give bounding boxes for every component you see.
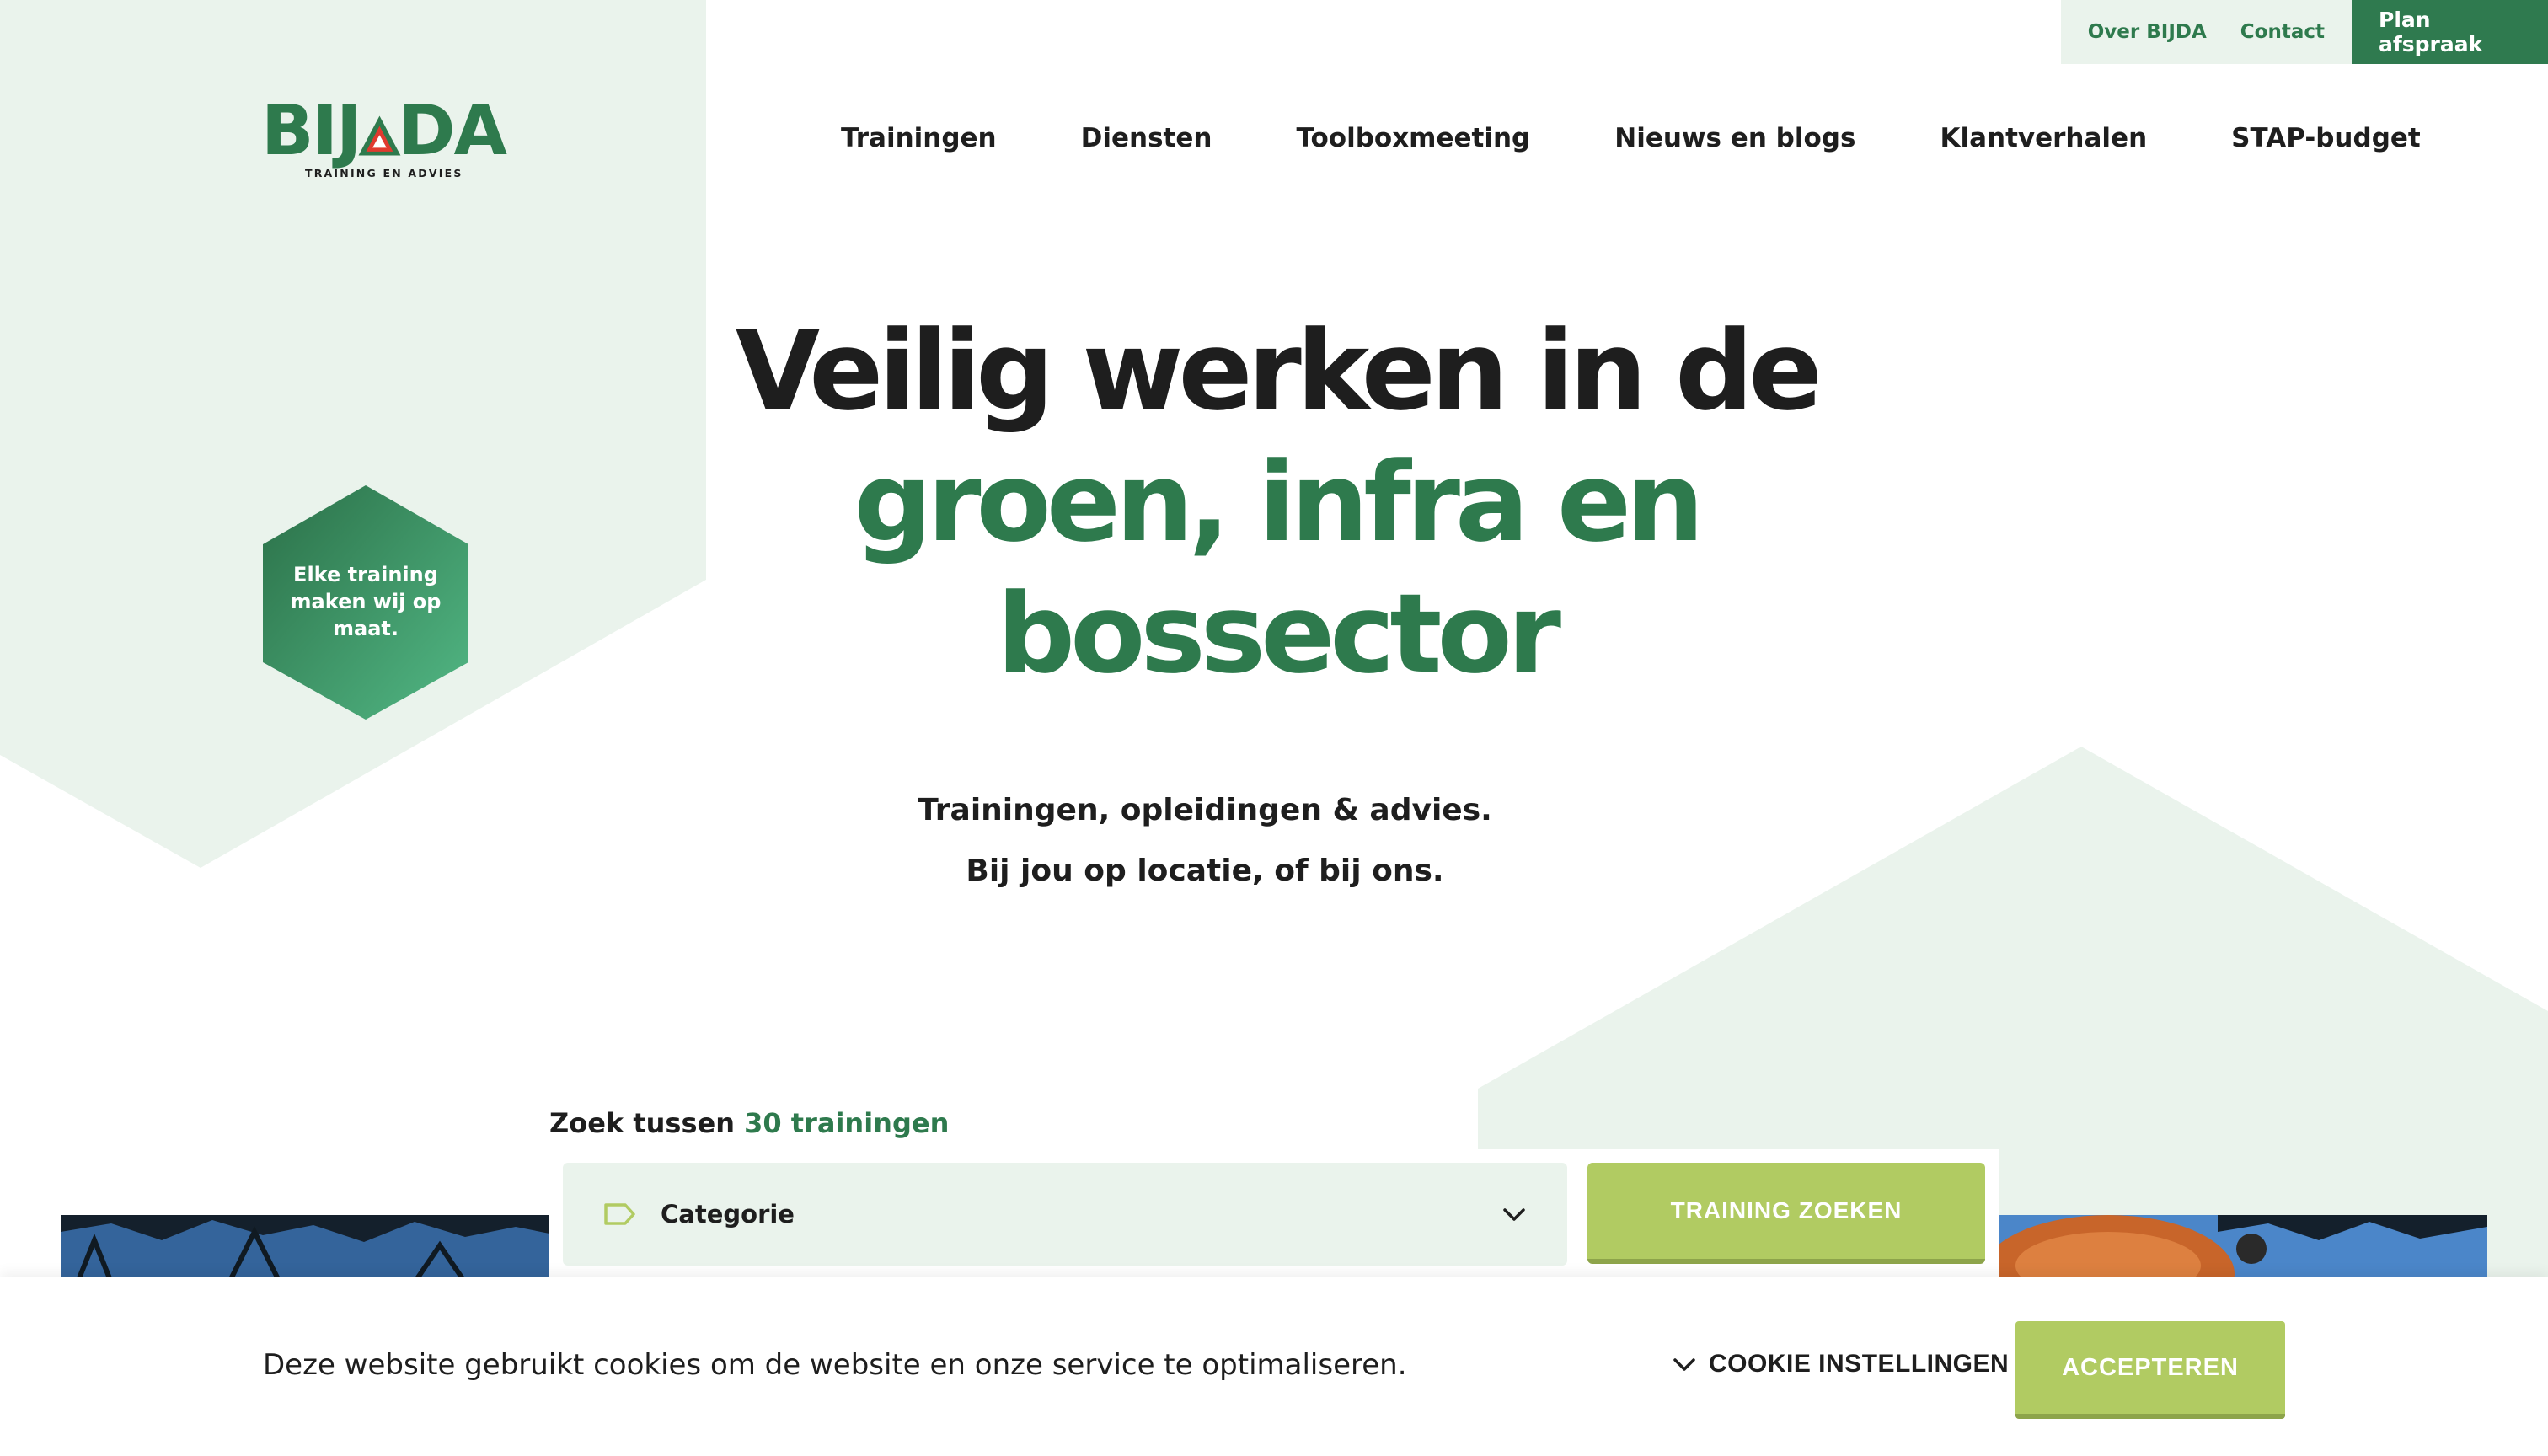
hero-title-line-2: groen, infra en [854, 438, 1704, 566]
contact-link[interactable]: Contact [2240, 21, 2325, 43]
cookie-settings-label: COOKIE INSTELLINGEN [1709, 1350, 2010, 1378]
hero-subtitle: Trainingen, opleidingen & advies. Bij jo… [784, 780, 1626, 902]
nav-item-stap-budget[interactable]: STAP-budget [2231, 123, 2421, 153]
hero-title: Veilig werken in de groen, infra en boss… [657, 305, 1896, 699]
search-prefix: Zoek tussen [549, 1107, 735, 1139]
cookie-settings-toggle[interactable]: COOKIE INSTELLINGEN [1672, 1350, 2009, 1378]
plan-appointment-button[interactable]: Plan afspraak [2352, 0, 2548, 64]
custom-training-badge: Elke training maken wij op maat. [261, 484, 470, 721]
training-count: 30 trainingen [744, 1107, 950, 1139]
hero-subtitle-line-1: Trainingen, opleidingen & advies. [918, 793, 1492, 827]
category-select[interactable]: Categorie [563, 1163, 1567, 1266]
bijda-logo[interactable]: BIJ DA TRAINING EN ADVIES [261, 91, 507, 180]
main-navigation: Trainingen Diensten Toolboxmeeting Nieuw… [841, 123, 2421, 153]
warning-triangle-icon [358, 115, 400, 156]
chevron-down-icon [1503, 1208, 1525, 1221]
hero-photo-left [61, 1215, 549, 1282]
nav-item-nieuws-en-blogs[interactable]: Nieuws en blogs [1614, 123, 1855, 153]
badge-text: Elke training maken wij op maat. [290, 563, 442, 640]
hero-heading: Veilig werken in de groen, infra en boss… [657, 305, 1896, 699]
cookie-consent-bar: Deze website gebruikt cookies om de webs… [0, 1277, 2548, 1456]
about-link[interactable]: Over BIJDA [2088, 21, 2207, 43]
top-utility-bar: Over BIJDA Contact Plan afspraak [2060, 0, 2548, 64]
nav-item-diensten[interactable]: Diensten [1081, 123, 1212, 153]
nav-item-toolboxmeeting[interactable]: Toolboxmeeting [1296, 123, 1530, 153]
hero-photo-right [1999, 1215, 2487, 1282]
logo-text-right: DA [398, 91, 507, 171]
utility-links: Over BIJDA Contact [2060, 0, 2352, 64]
nav-item-trainingen[interactable]: Trainingen [841, 123, 997, 153]
nav-item-klantverhalen[interactable]: Klantverhalen [1940, 123, 2147, 153]
search-training-button[interactable]: TRAINING ZOEKEN [1587, 1163, 1985, 1264]
logo-wordmark: BIJ DA [261, 91, 507, 171]
logo-text-left: BIJ [261, 91, 362, 171]
hero-subtitle-line-2: Bij jou op locatie, of bij ons. [966, 854, 1444, 888]
tag-icon [604, 1203, 635, 1225]
hero-title-line-3: bossector [997, 570, 1561, 698]
hero-title-line-1: Veilig werken in de [735, 307, 1823, 435]
category-select-label: Categorie [661, 1200, 795, 1228]
accept-cookies-button[interactable]: ACCEPTEREN [2015, 1321, 2285, 1419]
chevron-down-icon [1673, 1358, 1695, 1371]
cookie-message: Deze website gebruikt cookies om de webs… [263, 1348, 1407, 1382]
search-heading: Zoek tussen 30 trainingen [549, 1107, 949, 1139]
